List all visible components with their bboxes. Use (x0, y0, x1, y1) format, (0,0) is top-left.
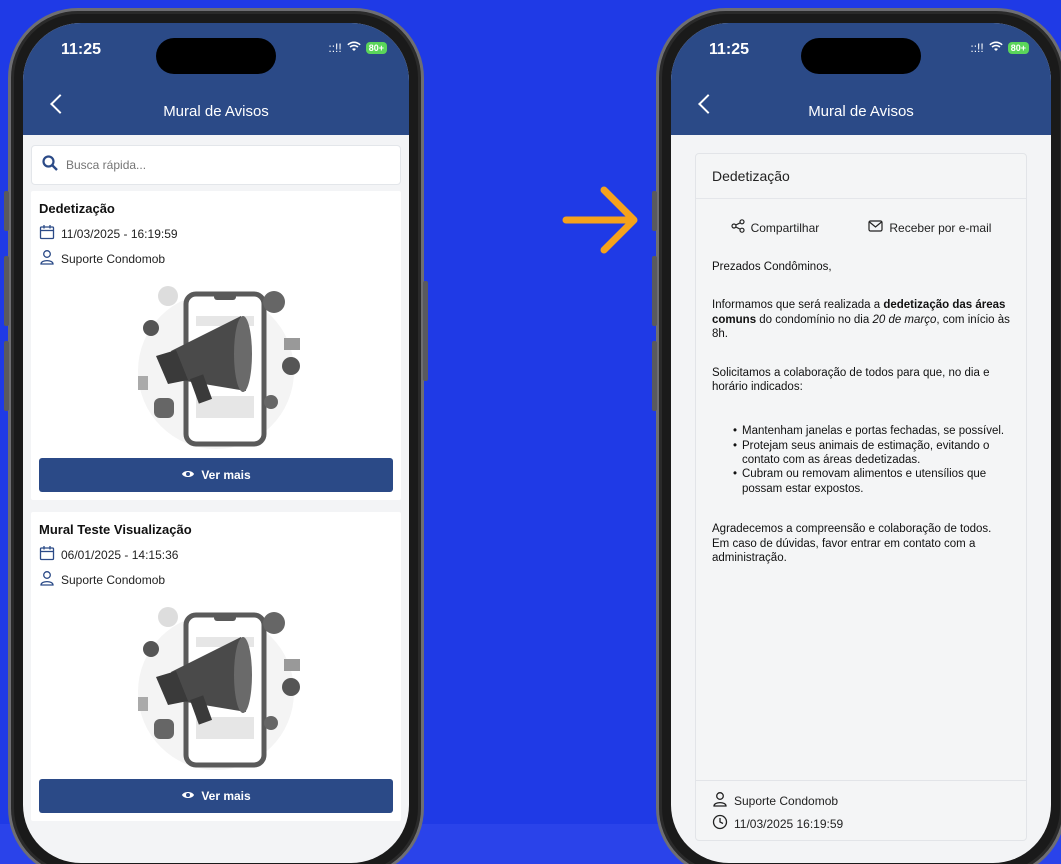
dynamic-island (801, 38, 921, 74)
notice-list: Dedetização 11/03/2025 - 16:19:59 Suport… (23, 135, 409, 863)
phone-left: 11:25 ::!! 80+ Mural de Avisos Dede (4, 8, 428, 864)
status-time: 11:25 (709, 41, 750, 58)
email-label: Receber por e-mail (889, 220, 992, 235)
footer-date: 11/03/2025 16:19:59 (734, 816, 844, 831)
paragraph: Solicitamos a colaboração de todos para … (712, 366, 990, 393)
app-header: 11:25 ::!! 80+ Mural de Avisos (671, 23, 1051, 135)
dynamic-island (156, 38, 276, 74)
paragraph: Agradecemos a compreensão e colaboração … (712, 523, 992, 564)
paragraph: Informamos que será realizada a dedetiza… (712, 299, 1010, 341)
app-header: 11:25 ::!! 80+ Mural de Avisos (23, 23, 409, 135)
notice-footer: Suporte Condomob 11/03/2025 16:19:59 (696, 780, 1026, 840)
ver-mais-label: Ver mais (201, 789, 251, 803)
ver-mais-button[interactable]: Ver mais (39, 458, 393, 492)
mail-icon (868, 220, 883, 235)
notice-title: Dedetização (696, 154, 1026, 199)
notice-card[interactable]: Mural Teste Visualização 06/01/2025 - 14… (31, 512, 401, 821)
status-time: 11:25 (61, 41, 102, 58)
list-item: Mantenham janelas e portas fechadas, se … (733, 424, 1010, 439)
notice-date: 11/03/2025 - 16:19:59 (61, 226, 178, 241)
notice-author: Suporte Condomob (61, 572, 166, 587)
search-input[interactable] (66, 158, 390, 172)
clock-icon (712, 814, 728, 833)
list-item: Protejam seus animais de estimação, evit… (733, 439, 1010, 468)
instruction-list: Mantenham janelas e portas fechadas, se … (733, 424, 1010, 496)
share-button[interactable]: Compartilhar (730, 219, 820, 236)
wifi-icon (989, 41, 1003, 55)
megaphone-illustration (39, 597, 393, 773)
notice-author: Suporte Condomob (61, 251, 166, 266)
notice-card[interactable]: Dedetização 11/03/2025 - 16:19:59 Suport… (31, 191, 401, 500)
notice-body: Prezados Condôminos, Informamos que será… (696, 250, 1026, 599)
status-icons: ::!! 80+ (970, 41, 1029, 55)
eye-icon (181, 789, 195, 803)
battery-icon: 80+ (1007, 42, 1029, 54)
calendar-icon (39, 224, 55, 243)
page-title: Mural de Avisos (808, 103, 914, 120)
arrow-right-icon (560, 182, 640, 263)
user-icon (712, 791, 728, 810)
greeting: Prezados Condôminos, (712, 261, 832, 273)
footer-author: Suporte Condomob (734, 793, 839, 808)
notice-title: Mural Teste Visualização (39, 522, 192, 537)
action-bar: Compartilhar Receber por e-mail (696, 199, 1026, 250)
share-label: Compartilhar (750, 220, 820, 235)
search-icon (42, 154, 58, 176)
search-bar[interactable] (31, 145, 401, 185)
notice-title: Dedetização (39, 201, 115, 216)
user-icon (39, 570, 55, 589)
screen-left: 11:25 ::!! 80+ Mural de Avisos Dede (23, 23, 409, 863)
list-item: Cubram ou removam alimentos e utensílios… (733, 467, 1010, 496)
ver-mais-button[interactable]: Ver mais (39, 779, 393, 813)
battery-icon: 80+ (365, 42, 387, 54)
page-title: Mural de Avisos (163, 103, 269, 120)
notice-detail: Dedetização Compartilhar Receber por e-m… (695, 153, 1027, 841)
status-icons: ::!! 80+ (328, 41, 387, 55)
eye-icon (181, 468, 195, 482)
email-button[interactable]: Receber por e-mail (868, 219, 991, 236)
wifi-icon (347, 41, 361, 55)
signal-icon: ::!! (970, 41, 984, 55)
notice-date: 06/01/2025 - 14:15:36 (61, 547, 179, 562)
calendar-icon (39, 545, 55, 564)
screen-right: 11:25 ::!! 80+ Mural de Avisos Dedetizaç… (671, 23, 1051, 863)
megaphone-illustration (39, 276, 393, 452)
phone-right: 11:25 ::!! 80+ Mural de Avisos Dedetizaç… (652, 8, 1061, 864)
signal-icon: ::!! (328, 41, 342, 55)
user-icon (39, 249, 55, 268)
ver-mais-label: Ver mais (201, 468, 251, 482)
share-icon (730, 219, 745, 236)
